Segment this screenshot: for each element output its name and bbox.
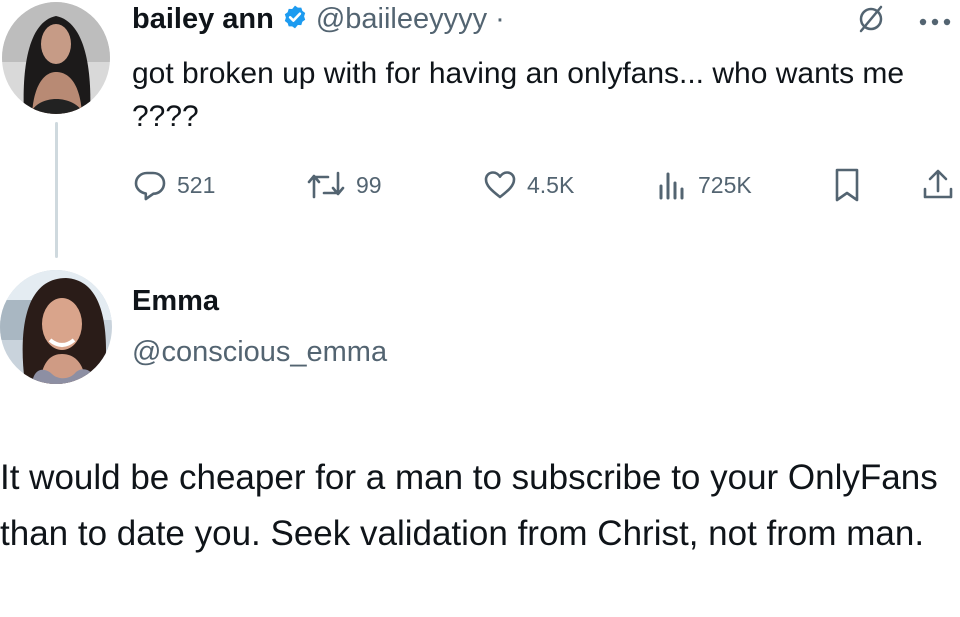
author-handle[interactable]: @baiileeyyyy <box>316 3 487 36</box>
reply-author-name[interactable]: Emma <box>132 285 219 318</box>
grok-icon[interactable] <box>856 4 886 39</box>
reply-button[interactable]: 521 <box>133 169 215 201</box>
reply-author-handle[interactable]: @conscious_emma <box>132 336 387 369</box>
thread-line <box>55 122 58 258</box>
like-icon <box>483 169 517 201</box>
reply-count: 521 <box>177 171 216 198</box>
retweet-button[interactable]: 99 <box>306 169 382 201</box>
author-name[interactable]: bailey ann <box>132 3 274 36</box>
more-icon[interactable] <box>918 14 952 32</box>
share-icon[interactable] <box>920 167 956 208</box>
reply-text: It would be cheaper for a man to subscri… <box>0 458 938 553</box>
reply-icon <box>133 169 167 201</box>
separator-dot: · <box>495 2 505 35</box>
retweet-icon <box>306 169 346 201</box>
views-button[interactable]: 725K <box>656 169 752 201</box>
avatar-emma[interactable] <box>0 270 112 384</box>
avatar-bailey[interactable] <box>2 2 110 114</box>
views-count: 725K <box>698 171 752 198</box>
retweet-count: 99 <box>356 171 382 198</box>
like-button[interactable]: 4.5K <box>483 169 574 201</box>
like-count: 4.5K <box>527 171 575 198</box>
bookmark-icon[interactable] <box>832 167 862 208</box>
tweet-header: bailey ann @baiileeyyyy · <box>132 0 505 38</box>
verified-badge-icon <box>282 4 308 35</box>
tweet-text: got broken up with for having an onlyfan… <box>132 57 905 133</box>
views-icon <box>656 169 688 201</box>
